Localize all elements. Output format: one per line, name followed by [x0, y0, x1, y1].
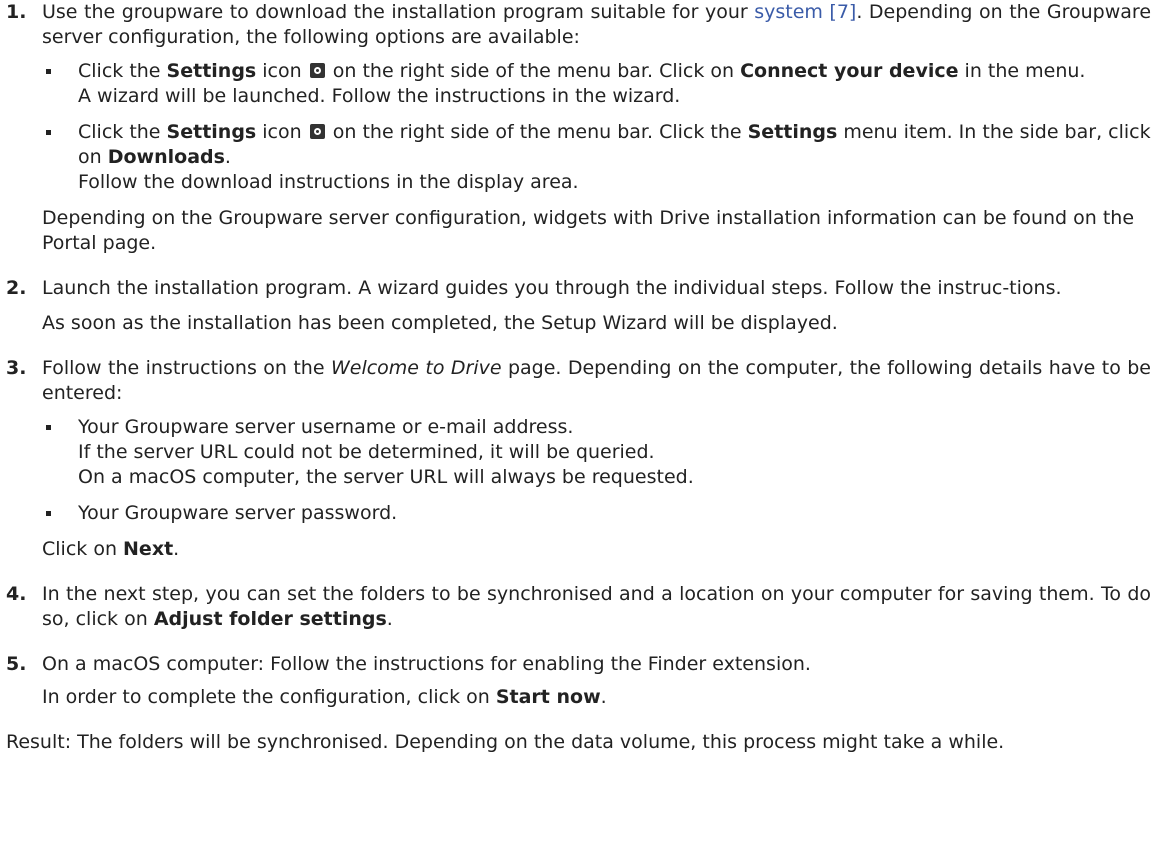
step-note: Depending on the Groupware server config… — [42, 207, 1135, 254]
step-text: In the next step, you can set the folder… — [42, 583, 1151, 630]
step-3: 3. Follow the instructions on the Welcom… — [6, 356, 1151, 562]
bullet-marker — [46, 425, 51, 430]
step-note: In order to complete the configuration, … — [42, 686, 607, 708]
step-4: 4. In the next step, you can set the fol… — [6, 582, 1151, 632]
list-item: Click the Settings icon on the right sid… — [46, 59, 1151, 109]
step-text: Follow the instructions on the Welcome t… — [42, 357, 1151, 404]
gear-icon — [309, 124, 325, 139]
step-text: Launch the installation program. A wizar… — [42, 277, 1062, 299]
list-item: Your Groupware server password. — [46, 501, 1151, 526]
gear-icon — [309, 63, 325, 78]
step-note: Click on Next. — [42, 538, 180, 560]
document-body: 1. Use the groupware to download the ins… — [6, 0, 1151, 755]
step-2: 2. Launch the installation program. A wi… — [6, 276, 1151, 336]
step-number: 1. — [6, 1, 27, 23]
step-1: 1. Use the groupware to download the ins… — [6, 0, 1151, 256]
step-text: Use the groupware to download the instal… — [42, 1, 1152, 48]
step-number: 3. — [6, 357, 27, 379]
details-list: Your Groupware server username or e-mail… — [42, 415, 1151, 526]
list-item: Your Groupware server username or e-mail… — [46, 415, 1151, 490]
step-number: 5. — [6, 653, 27, 675]
step-5: 5. On a macOS computer: Follow the instr… — [6, 652, 1151, 710]
bullet-marker — [46, 130, 51, 135]
bullet-marker — [46, 69, 51, 74]
bullet-marker — [46, 511, 51, 516]
list-item: Click the Settings icon on the right sid… — [46, 120, 1151, 195]
step-number: 4. — [6, 583, 27, 605]
option-list: Click the Settings icon on the right sid… — [42, 59, 1151, 195]
result-text: Result: The folders will be synchronised… — [6, 731, 1005, 753]
step-number: 2. — [6, 277, 27, 299]
step-text: On a macOS computer: Follow the instruct… — [42, 653, 811, 675]
system-link[interactable]: system [7] — [754, 1, 856, 23]
step-note: As soon as the installation has been com… — [42, 312, 838, 334]
